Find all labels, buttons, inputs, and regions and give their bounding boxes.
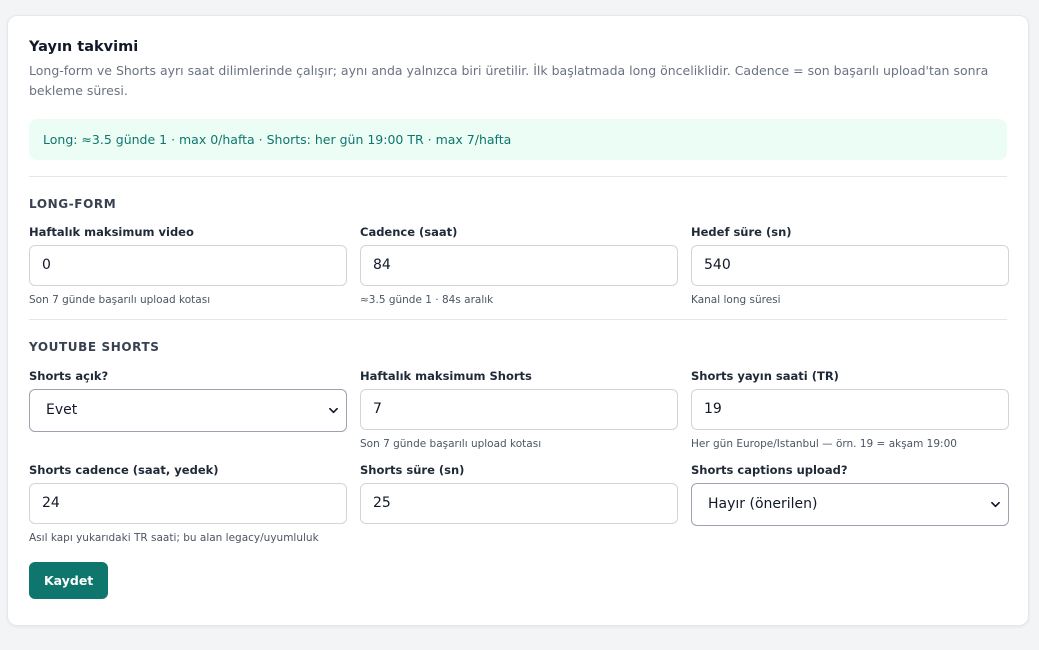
shorts-captions-select[interactable]: Hayır (önerilen) [691, 483, 1009, 526]
long-target-label: Hedef süre (sn) [691, 225, 792, 239]
shorts-cadence-input[interactable]: 24 [29, 483, 347, 524]
shorts-weekly-max-input[interactable]: 7 [360, 389, 678, 430]
shorts-weekly-max-label: Haftalık maksimum Shorts [360, 369, 532, 383]
card-subtitle: Long-form ve Shorts ayrı saat dilimlerin… [29, 63, 989, 98]
shorts-enabled-select[interactable]: Evet [29, 389, 347, 432]
shorts-duration-input[interactable]: 25 [360, 483, 678, 524]
field-shorts-cadence: Shorts cadence (saat, yedek) 24 Asıl kap… [29, 462, 347, 545]
long-weekly-max-input[interactable]: 0 [29, 245, 347, 286]
shorts-weekly-max-hint: Son 7 günde başarılı upload kotası [360, 438, 542, 450]
long-target-input[interactable]: 540 [691, 245, 1009, 286]
shorts-enabled-label: Shorts açık? [29, 369, 109, 383]
long-cadence-hint: ≈3.5 günde 1 · 84s aralık [360, 294, 494, 306]
shorts-cadence-label: Shorts cadence (saat, yedek) [29, 463, 219, 477]
field-shorts-weekly-max: Haftalık maksimum Shorts 7 Son 7 günde b… [360, 368, 678, 451]
long-cadence-label: Cadence (saat) [360, 225, 458, 239]
chevron-down-icon [329, 407, 338, 414]
field-long-cadence: Cadence (saat) 84 ≈3.5 günde 1 · 84s ara… [360, 224, 678, 307]
divider [29, 176, 1007, 177]
field-shorts-publish-hour: Shorts yayın saati (TR) 19 Her gün Europ… [691, 368, 1009, 451]
field-shorts-enabled: Shorts açık? Evet [29, 368, 347, 451]
shorts-captions-label: Shorts captions upload? [691, 463, 848, 477]
shorts-enabled-value: Evet [46, 402, 78, 418]
long-target-hint: Kanal long süresi [691, 294, 781, 306]
divider [29, 319, 1007, 320]
card-title: Yayın takvimi [29, 39, 139, 55]
shorts-cadence-hint: Asıl kapı yukarıdaki TR saati; bu alan l… [29, 532, 319, 544]
long-weekly-max-label: Haftalık maksimum video [29, 225, 194, 239]
shorts-publish-hour-hint: Her gün Europe/Istanbul — örn. 19 = akşa… [691, 438, 957, 450]
section-heading-long: LONG-FORM [29, 197, 117, 211]
field-long-target: Hedef süre (sn) 540 Kanal long süresi [691, 224, 1009, 307]
shorts-duration-label: Shorts süre (sn) [360, 463, 465, 477]
schedule-card: Yayın takvimi Long-form ve Shorts ayrı s… [7, 15, 1029, 626]
shorts-publish-hour-label: Shorts yayın saati (TR) [691, 369, 839, 383]
field-long-weekly-max: Haftalık maksimum video 0 Son 7 günde ba… [29, 224, 347, 307]
chevron-down-icon [991, 501, 1000, 508]
long-cadence-input[interactable]: 84 [360, 245, 678, 286]
long-weekly-max-hint: Son 7 günde başarılı upload kotası [29, 294, 211, 306]
shorts-publish-hour-input[interactable]: 19 [691, 389, 1009, 430]
section-heading-shorts: YOUTUBE SHORTS [29, 340, 160, 354]
field-shorts-captions: Shorts captions upload? Hayır (önerilen) [691, 462, 1009, 545]
save-button[interactable]: Kaydet [29, 562, 109, 599]
schedule-summary-banner: Long: ≈3.5 günde 1 · max 0/hafta · Short… [29, 119, 1007, 160]
field-shorts-duration: Shorts süre (sn) 25 [360, 462, 678, 545]
shorts-captions-value: Hayır (önerilen) [708, 496, 818, 512]
